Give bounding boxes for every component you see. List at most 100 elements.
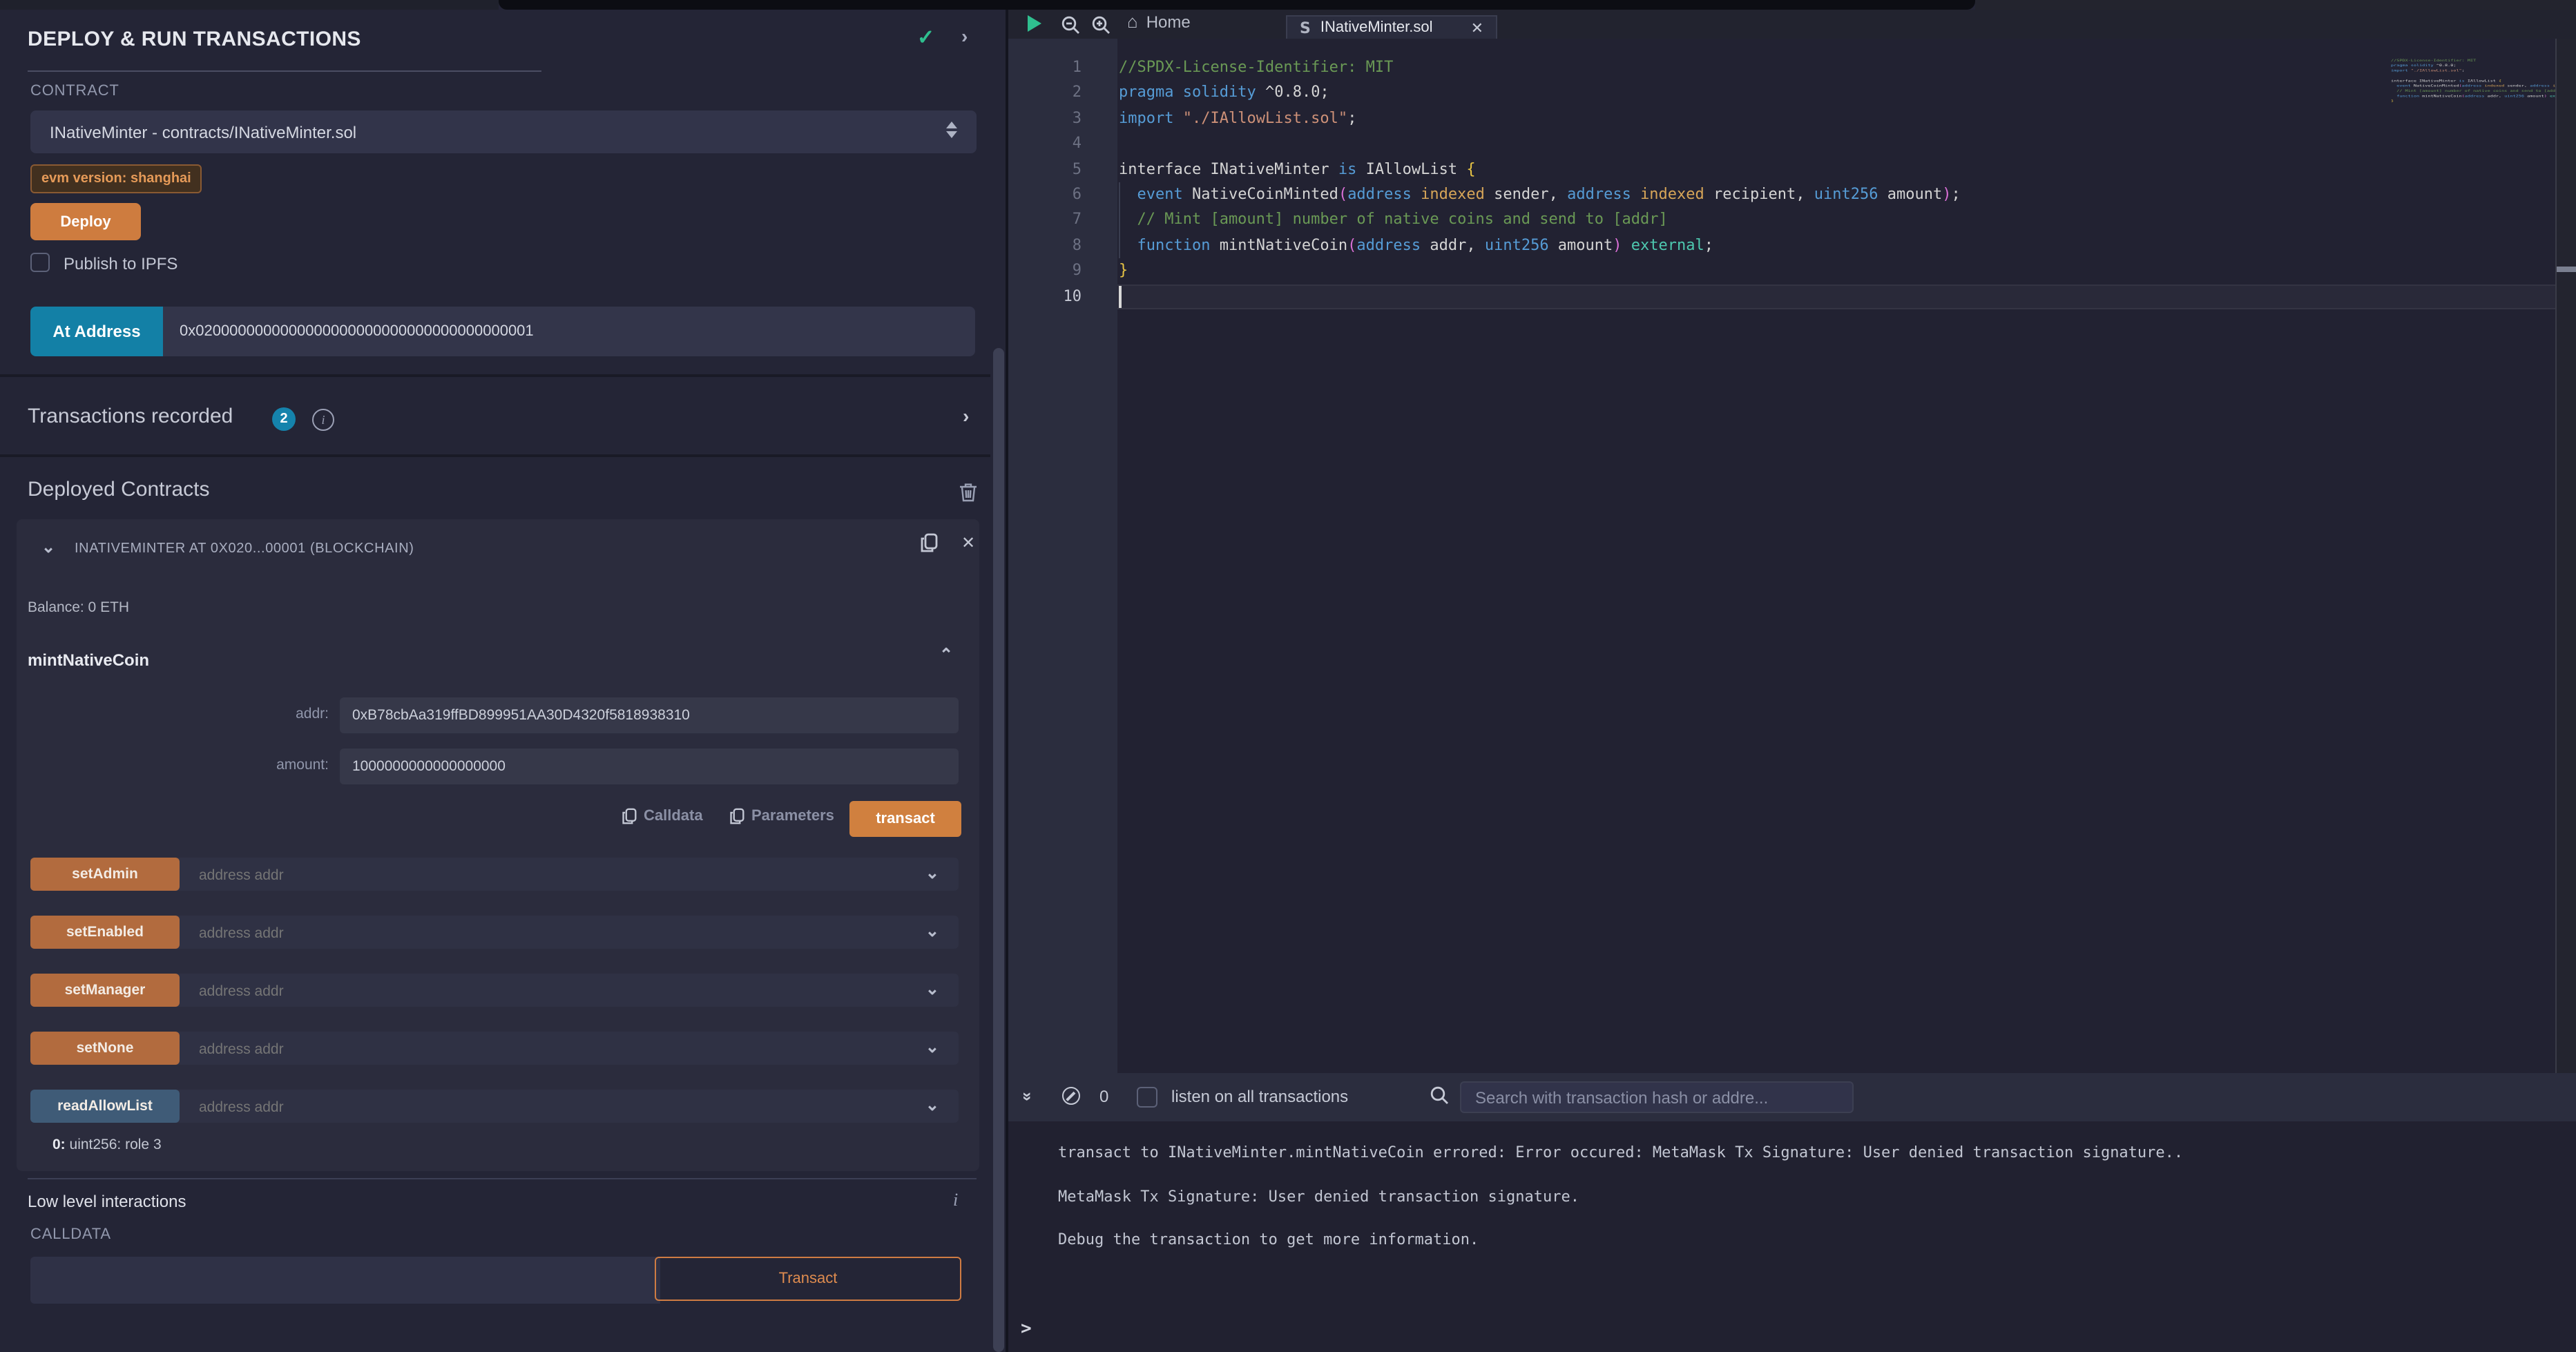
expand-chevron-icon[interactable]: ⌄ <box>925 1037 939 1056</box>
code-line <box>2391 104 2442 108</box>
function-row-setManager: setManager ⌄ <box>30 974 959 1007</box>
pending-transactions-count: 0 <box>1099 1087 1108 1106</box>
panel-expand-chevron-icon[interactable]: › <box>961 25 968 47</box>
readAllowList-button[interactable]: readAllowList <box>30 1090 180 1123</box>
close-tab-icon[interactable]: ✕ <box>1471 19 1483 37</box>
calldata-input[interactable] <box>30 1257 660 1304</box>
setEnabled-input[interactable] <box>196 916 809 952</box>
setEnabled-button[interactable]: setEnabled <box>30 916 180 949</box>
expand-chevron-icon[interactable]: ⌄ <box>925 921 939 940</box>
calldata-label: CALLDATA <box>30 1226 111 1243</box>
code-line: // Mint [amount] number of native coins … <box>1119 208 1961 233</box>
setNone-button[interactable]: setNone <box>30 1032 180 1065</box>
function-row-readAllowList: readAllowList ⌄ <box>30 1090 959 1123</box>
transactions-expand-chevron-icon[interactable]: › <box>963 405 969 427</box>
terminal-collapse-icon[interactable]: » <box>1019 1092 1038 1098</box>
amount-field-input[interactable] <box>340 749 959 784</box>
at-address-input[interactable] <box>163 307 975 356</box>
code-line <box>1119 131 1961 157</box>
code-line: pragma solidity ^0.8.0; <box>2391 63 2442 68</box>
home-icon: ⌂ <box>1127 14 1138 30</box>
setAdmin-button[interactable]: setAdmin <box>30 858 180 891</box>
terminal-log-line: transact to INativeMinter.mintNativeCoin… <box>1058 1143 2183 1161</box>
contract-collapse-chevron-icon[interactable]: ⌄ <box>41 537 55 557</box>
contract-select[interactable]: INativeMinter - contracts/INativeMinter.… <box>30 110 977 153</box>
contract-label: CONTRACT <box>30 83 119 99</box>
gutter-numbers: 12345678910 <box>1008 55 1082 309</box>
search-icon <box>1430 1085 1449 1105</box>
select-arrows-icon <box>946 122 957 138</box>
active-tab-label: INativeMinter.sol <box>1320 19 1433 36</box>
compile-success-check-icon: ✓ <box>917 25 934 50</box>
evm-version-badge: evm version: shanghai <box>30 164 202 193</box>
copy-calldata-button[interactable]: Calldata <box>622 808 703 824</box>
code-line: // Mint [amount] number of native coins … <box>2391 88 2442 93</box>
listen-transactions-label: listen on all transactions <box>1171 1087 1348 1106</box>
transact-button[interactable]: transact <box>849 801 961 837</box>
copy-parameters-button[interactable]: Parameters <box>729 808 834 824</box>
code-line: } <box>2391 99 2442 104</box>
editor-tab-bar <box>1008 10 2576 39</box>
publish-ipfs-label: Publish to IPFS <box>64 254 177 273</box>
at-address-button[interactable]: At Address <box>30 307 163 356</box>
deployed-contracts-label: Deployed Contracts <box>28 478 209 501</box>
copy-icon <box>622 808 637 824</box>
tab-home[interactable]: ⌂ Home <box>1127 12 1191 32</box>
contract-select-value: INativeMinter - contracts/INativeMinter.… <box>50 122 356 142</box>
clear-console-icon[interactable] <box>1062 1087 1080 1105</box>
setAdmin-input[interactable] <box>196 858 809 894</box>
publish-ipfs-checkbox[interactable] <box>30 253 50 272</box>
transactions-recorded-label: Transactions recorded <box>28 405 233 428</box>
contract-balance: Balance: 0 ETH <box>28 599 129 616</box>
code-line: interface INativeMinter is IAllowList { <box>2391 78 2442 83</box>
call-result: 0: uint256: role 3 <box>52 1137 162 1153</box>
terminal-output[interactable]: transact to INativeMinter.mintNativeCoin… <box>1008 1121 2576 1352</box>
code-line: import "./IAllowList.sol"; <box>2391 68 2442 73</box>
setNone-input[interactable] <box>196 1032 809 1068</box>
overview-ruler[interactable] <box>2557 39 2576 1073</box>
transactions-count-badge: 2 <box>272 407 296 431</box>
code-line: interface INativeMinter is IAllowList { <box>1119 157 1961 182</box>
deploy-run-panel: DEPLOY & RUN TRANSACTIONS ✓ › CONTRACT I… <box>0 10 990 1352</box>
function-row-setEnabled: setEnabled ⌄ <box>30 916 959 949</box>
contract-instance-title: INATIVEMINTER AT 0X020...00001 (BLOCKCHA… <box>75 541 414 557</box>
top-strip-right <box>1975 0 2576 10</box>
expand-chevron-icon[interactable]: ⌄ <box>925 979 939 998</box>
code-editor[interactable]: 12345678910 //SPDX-License-Identifier: M… <box>1008 39 2576 1073</box>
minimap-content: //SPDX-License-Identifier: MITpragma sol… <box>2391 58 2442 109</box>
terminal-log-line: MetaMask Tx Signature: User denied trans… <box>1058 1187 1579 1205</box>
panel-title: DEPLOY & RUN TRANSACTIONS <box>28 28 361 51</box>
overview-ruler-cursor-marker <box>2557 267 2576 272</box>
expand-chevron-icon[interactable]: ⌄ <box>925 1095 939 1114</box>
info-icon[interactable]: i <box>953 1189 958 1211</box>
terminal-log-line: Debug the transaction to get more inform… <box>1058 1230 1479 1248</box>
setManager-button[interactable]: setManager <box>30 974 180 1007</box>
terminal-prompt: > <box>1021 1319 1032 1340</box>
copy-address-icon[interactable] <box>920 533 938 552</box>
code-lines: //SPDX-License-Identifier: MITpragma sol… <box>1119 55 1961 309</box>
function-collapse-chevron-icon[interactable]: ⌃ <box>939 645 953 664</box>
setManager-input[interactable] <box>196 974 809 1010</box>
code-line: import "./IAllowList.sol"; <box>1119 106 1961 132</box>
code-line: pragma solidity ^0.8.0; <box>1119 81 1961 106</box>
run-script-play-icon[interactable] <box>1028 15 1041 32</box>
minimap[interactable]: //SPDX-License-Identifier: MITpragma sol… <box>2391 58 2555 334</box>
terminal-menu-bar: » 0 listen on all transactions <box>1008 1073 2576 1121</box>
trash-icon[interactable] <box>959 482 978 503</box>
deploy-button[interactable]: Deploy <box>30 203 141 240</box>
zoom-in-icon[interactable] <box>1091 15 1111 35</box>
expand-chevron-icon[interactable]: ⌄ <box>925 863 939 882</box>
zoom-out-icon[interactable] <box>1061 15 1080 35</box>
terminal-search-input[interactable] <box>1460 1081 1854 1113</box>
readAllowList-input[interactable] <box>196 1090 809 1126</box>
function-row-setAdmin: setAdmin ⌄ <box>30 858 959 891</box>
listen-transactions-checkbox[interactable] <box>1137 1087 1157 1108</box>
tab-inativeminter-sol[interactable]: S INativeMinter.sol ✕ <box>1286 15 1497 39</box>
info-icon[interactable]: i <box>312 409 334 431</box>
code-line: event NativeCoinMinted(address indexed s… <box>1119 182 1961 208</box>
top-strip-black-bar <box>499 0 1975 10</box>
low-level-transact-button[interactable]: Transact <box>655 1257 961 1301</box>
remove-contract-icon[interactable]: ✕ <box>961 533 975 552</box>
addr-field-input[interactable] <box>340 697 959 733</box>
sidebar-scrollbar[interactable] <box>993 348 1004 1352</box>
